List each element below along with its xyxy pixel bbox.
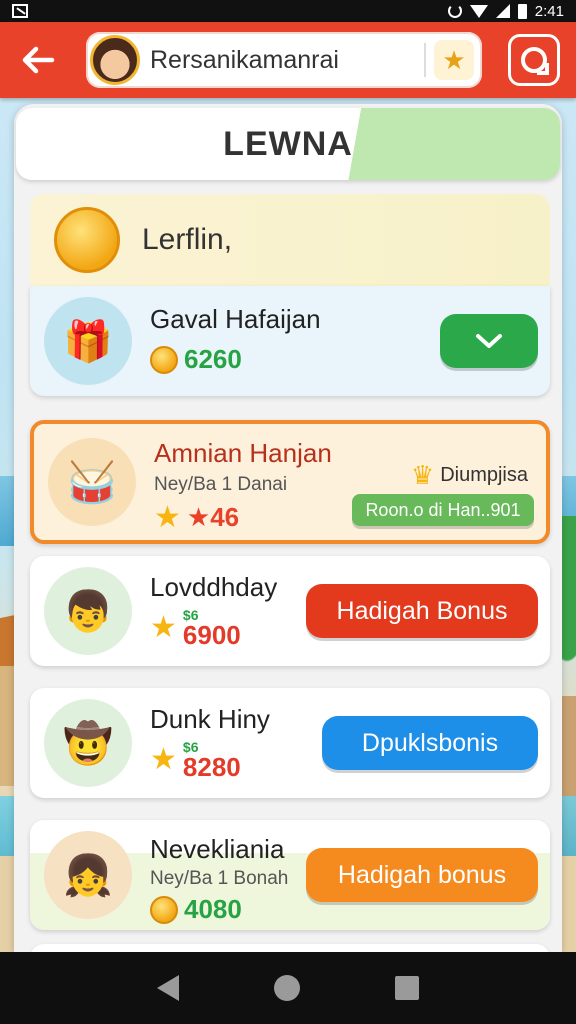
claim-check-button[interactable] [440,314,538,368]
coin-icon [54,207,120,273]
task-name: Lovddhday [150,572,278,602]
task-name: Nevekliania [150,834,285,864]
reward-stack: $6 6900 [183,608,241,648]
avatar[interactable] [90,35,140,85]
system-nav-bar [0,952,576,1024]
hadigah-bonus-orange-button[interactable]: Hadigah bonus [306,848,538,902]
task-name: Amnian Hanjan [154,438,332,468]
hadigah-bonus-button[interactable]: Hadigah Bonus [306,584,538,638]
crown-icon: ♛ [410,460,435,490]
profile-name-text: Rersanikamanrai [150,45,339,74]
notification-icon [12,4,28,18]
reward-value: 6900 [182,620,241,650]
boy-character-icon: 👦 [44,567,132,655]
gift-box-icon: 🎁 [44,297,132,385]
badge-status-pill[interactable]: Roon.o di Han..901 [352,494,534,526]
status-icons: 2:41 [447,2,564,20]
task-reward: 6260 [150,344,242,375]
star-icon: ★ [150,611,177,644]
section-title: Lerflin, [142,223,233,256]
nav-back-icon[interactable] [157,975,180,1001]
achievement-badge: ♛ Diumpjisa [411,460,528,491]
battery-icon [517,3,527,19]
task-subtitle: Ney/Ba 1 Danai [154,474,288,495]
panel-title-card: LEWNA [16,108,560,180]
nav-recents-icon[interactable] [394,976,419,1000]
girl-character-icon: 👧 [44,831,132,919]
check-icon [476,334,502,348]
task-reward: ★ $6 8280 [150,740,241,780]
task-card[interactable]: 👦 Lovddhday ★ $6 6900 Hadigah Bonus [30,556,550,666]
refresh-icon [521,47,549,75]
status-time: 2:41 [534,2,564,20]
nav-home-icon[interactable] [273,975,300,1001]
panel-title: LEWNA [223,124,353,163]
reward-value: 6260 [184,344,242,374]
divider [424,43,426,77]
sync-icon [447,4,462,18]
task-card-highlighted[interactable]: 🥁 Amnian Hanjan Ney/Ba 1 Danai ★ ★46 ♛ D… [30,420,550,544]
task-card-partial[interactable] [30,944,550,952]
task-card[interactable]: 🤠 Dunk Hiny ★ $6 8280 Dpuklsbonis [30,688,550,798]
app-header: Rersanikamanrai ★ [0,22,576,98]
task-reward: ★ $6 6900 [150,608,241,648]
badge-title: Diumpjisa [440,464,528,486]
task-name: Dunk Hiny [150,704,270,734]
reward-value: ★46 [186,502,240,532]
back-button[interactable] [10,30,66,90]
star-icon: ★ [154,500,181,534]
task-name: Gaval Hafaijan [150,304,321,334]
task-reward: 4080 [150,894,242,925]
wifi-icon [469,4,488,18]
coin-icon [150,895,178,924]
section-header: Lerflin, [30,194,550,286]
hat-character-icon: 🤠 [44,699,132,787]
reward-value: 8280 [182,752,241,782]
coin-icon [150,345,178,374]
cell-signal-icon [495,4,510,18]
task-subtitle: Ney/Ba 1 Bonah [150,868,289,889]
tasks-panel: LEWNA Lerflin, 🎁 Gaval Hafaijan 6260 🥁 A… [14,104,562,952]
reward-stack: $6 8280 [183,740,241,780]
status-bar: 2:41 [0,0,576,22]
reward-value: 4080 [184,894,242,924]
task-reward: ★ ★46 [154,502,239,533]
task-card[interactable]: 👧 Nevekliania Ney/Ba 1 Bonah 4080 Hadiga… [30,820,550,930]
refresh-button[interactable] [508,34,560,86]
award-icon[interactable]: ★ [434,40,474,80]
blue-bonus-button[interactable]: Dpuklsbonis [322,716,538,770]
profile-search-field[interactable]: Rersanikamanrai ★ [86,32,482,88]
task-card[interactable]: 🎁 Gaval Hafaijan 6260 [30,286,550,396]
star-icon: ★ [150,743,177,776]
arrow-left-icon [22,46,55,74]
drum-icon: 🥁 [48,438,136,526]
